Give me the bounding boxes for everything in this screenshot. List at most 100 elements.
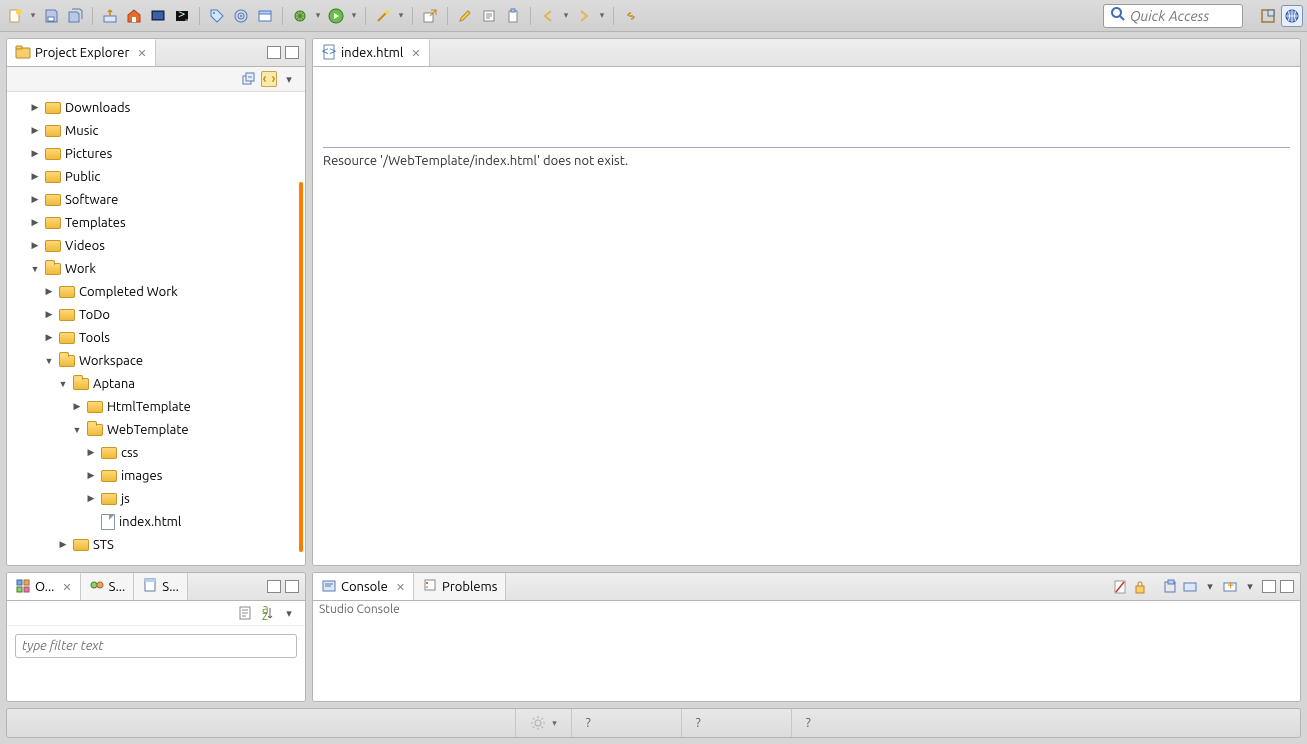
maximize-icon[interactable]	[285, 46, 299, 59]
folder-item[interactable]: ▶ToDo	[7, 303, 305, 326]
disclosure-triangle-icon[interactable]: ▶	[29, 217, 41, 228]
close-icon[interactable]: ✕	[396, 581, 405, 594]
view-menu-icon[interactable]: ▾	[281, 605, 297, 621]
disclosure-triangle-icon[interactable]: ▶	[85, 470, 97, 481]
status-gear[interactable]: ▾	[515, 709, 571, 737]
disclosure-triangle-icon[interactable]: ▼	[29, 264, 41, 274]
maximize-icon[interactable]	[285, 580, 299, 593]
sort-icon[interactable]: az	[259, 605, 275, 621]
document-icon[interactable]	[237, 605, 253, 621]
maximize-icon[interactable]	[1280, 580, 1294, 593]
monitor-icon[interactable]	[147, 5, 169, 27]
folder-item[interactable]: ▶Completed Work	[7, 280, 305, 303]
minimize-icon[interactable]	[267, 580, 281, 593]
disclosure-triangle-icon[interactable]: ▼	[71, 425, 83, 435]
terminal-icon[interactable]: >_	[171, 5, 193, 27]
chevron-down-icon[interactable]: ▾	[313, 10, 323, 21]
close-icon[interactable]: ✕	[411, 47, 420, 60]
disclosure-triangle-icon[interactable]: ▶	[29, 102, 41, 113]
minimize-icon[interactable]	[267, 46, 281, 59]
disclosure-triangle-icon[interactable]: ▶	[29, 194, 41, 205]
paste-icon[interactable]	[502, 5, 524, 27]
clear-console-icon[interactable]	[1112, 579, 1128, 595]
folder-item[interactable]: ▶Public	[7, 165, 305, 188]
chevron-down-icon[interactable]: ▾	[1202, 579, 1218, 595]
target-icon[interactable]	[230, 5, 252, 27]
minimize-icon[interactable]	[1262, 580, 1276, 593]
disclosure-triangle-icon[interactable]: ▶	[43, 309, 55, 320]
view-menu-icon[interactable]: ▾	[281, 71, 297, 87]
editor-tab[interactable]: <> index.html ✕	[313, 39, 430, 66]
folder-item[interactable]: ▶STS	[7, 533, 305, 556]
web-perspective-icon[interactable]	[1281, 5, 1303, 27]
disclosure-triangle-icon[interactable]: ▶	[43, 332, 55, 343]
forward-icon[interactable]	[573, 5, 595, 27]
new-icon[interactable]	[4, 5, 26, 27]
debug-icon[interactable]	[289, 5, 311, 27]
chevron-down-icon[interactable]: ▾	[597, 10, 607, 21]
chevron-down-icon[interactable]: ▾	[561, 10, 571, 21]
disclosure-triangle-icon[interactable]: ▶	[71, 401, 83, 412]
highlighter-icon[interactable]	[454, 5, 476, 27]
folder-item[interactable]: ▼Workspace	[7, 349, 305, 372]
folder-item[interactable]: ▼WebTemplate	[7, 418, 305, 441]
chevron-down-icon[interactable]: ▾	[349, 10, 359, 21]
save-all-icon[interactable]	[64, 5, 86, 27]
folder-item[interactable]: ▶Downloads	[7, 96, 305, 119]
disclosure-triangle-icon[interactable]: ▼	[57, 379, 69, 389]
save-icon[interactable]	[40, 5, 62, 27]
run-icon[interactable]	[325, 5, 347, 27]
chevron-down-icon[interactable]: ▾	[1242, 579, 1258, 595]
disclosure-triangle-icon[interactable]: ▶	[85, 493, 97, 504]
window-icon[interactable]	[254, 5, 276, 27]
file-item[interactable]: index.html	[7, 510, 305, 533]
back-icon[interactable]	[537, 5, 559, 27]
folder-item[interactable]: ▶Templates	[7, 211, 305, 234]
home-icon[interactable]	[123, 5, 145, 27]
link-icon[interactable]	[620, 5, 642, 27]
problems-tab[interactable]: Problems	[414, 573, 506, 600]
pin-console-icon[interactable]	[1162, 579, 1178, 595]
display-selected-icon[interactable]	[1182, 579, 1198, 595]
view-tab[interactable]: S...	[81, 573, 135, 600]
tag-icon[interactable]	[206, 5, 228, 27]
disclosure-triangle-icon[interactable]: ▶	[29, 125, 41, 136]
disclosure-triangle-icon[interactable]: ▶	[29, 171, 41, 182]
disclosure-triangle-icon[interactable]: ▶	[29, 240, 41, 251]
console-tab[interactable]: Console✕	[313, 573, 414, 600]
close-icon[interactable]: ✕	[137, 47, 146, 60]
folder-item[interactable]: ▶HtmlTemplate	[7, 395, 305, 418]
folder-item[interactable]: ▶Music	[7, 119, 305, 142]
folder-item[interactable]: ▼Work	[7, 257, 305, 280]
folder-item[interactable]: ▶images	[7, 464, 305, 487]
folder-item[interactable]: ▶Software	[7, 188, 305, 211]
view-tab[interactable]: S...	[134, 573, 188, 600]
file-tree[interactable]: ▶Downloads▶Music▶Pictures▶Public▶Softwar…	[7, 92, 305, 565]
filter-input[interactable]	[15, 634, 297, 658]
quick-access-input[interactable]	[1130, 8, 1236, 24]
folder-item[interactable]: ▼Aptana	[7, 372, 305, 395]
chevron-down-icon[interactable]: ▾	[28, 10, 38, 21]
edit-icon[interactable]	[478, 5, 500, 27]
disclosure-triangle-icon[interactable]: ▶	[43, 286, 55, 297]
folder-item[interactable]: ▶js	[7, 487, 305, 510]
chevron-down-icon[interactable]: ▾	[396, 10, 406, 21]
folder-item[interactable]: ▶Tools	[7, 326, 305, 349]
view-tab[interactable]: O...✕	[7, 573, 81, 600]
open-perspective-icon[interactable]	[1257, 5, 1279, 27]
project-explorer-tab[interactable]: Project Explorer ✕	[7, 39, 156, 66]
publish-icon[interactable]	[99, 5, 121, 27]
folder-item[interactable]: ▶css	[7, 441, 305, 464]
collapse-all-icon[interactable]	[241, 71, 257, 87]
scroll-lock-icon[interactable]	[1132, 579, 1148, 595]
disclosure-triangle-icon[interactable]: ▶	[85, 447, 97, 458]
folder-item[interactable]: ▶Videos	[7, 234, 305, 257]
folder-item[interactable]: ▶Pictures	[7, 142, 305, 165]
quick-access-box[interactable]	[1103, 4, 1243, 28]
disclosure-triangle-icon[interactable]: ▼	[43, 356, 55, 366]
link-editor-icon[interactable]	[261, 71, 277, 87]
open-console-icon[interactable]: +	[1222, 579, 1238, 595]
wand-icon[interactable]	[372, 5, 394, 27]
external-icon[interactable]	[419, 5, 441, 27]
disclosure-triangle-icon[interactable]: ▶	[57, 539, 69, 550]
